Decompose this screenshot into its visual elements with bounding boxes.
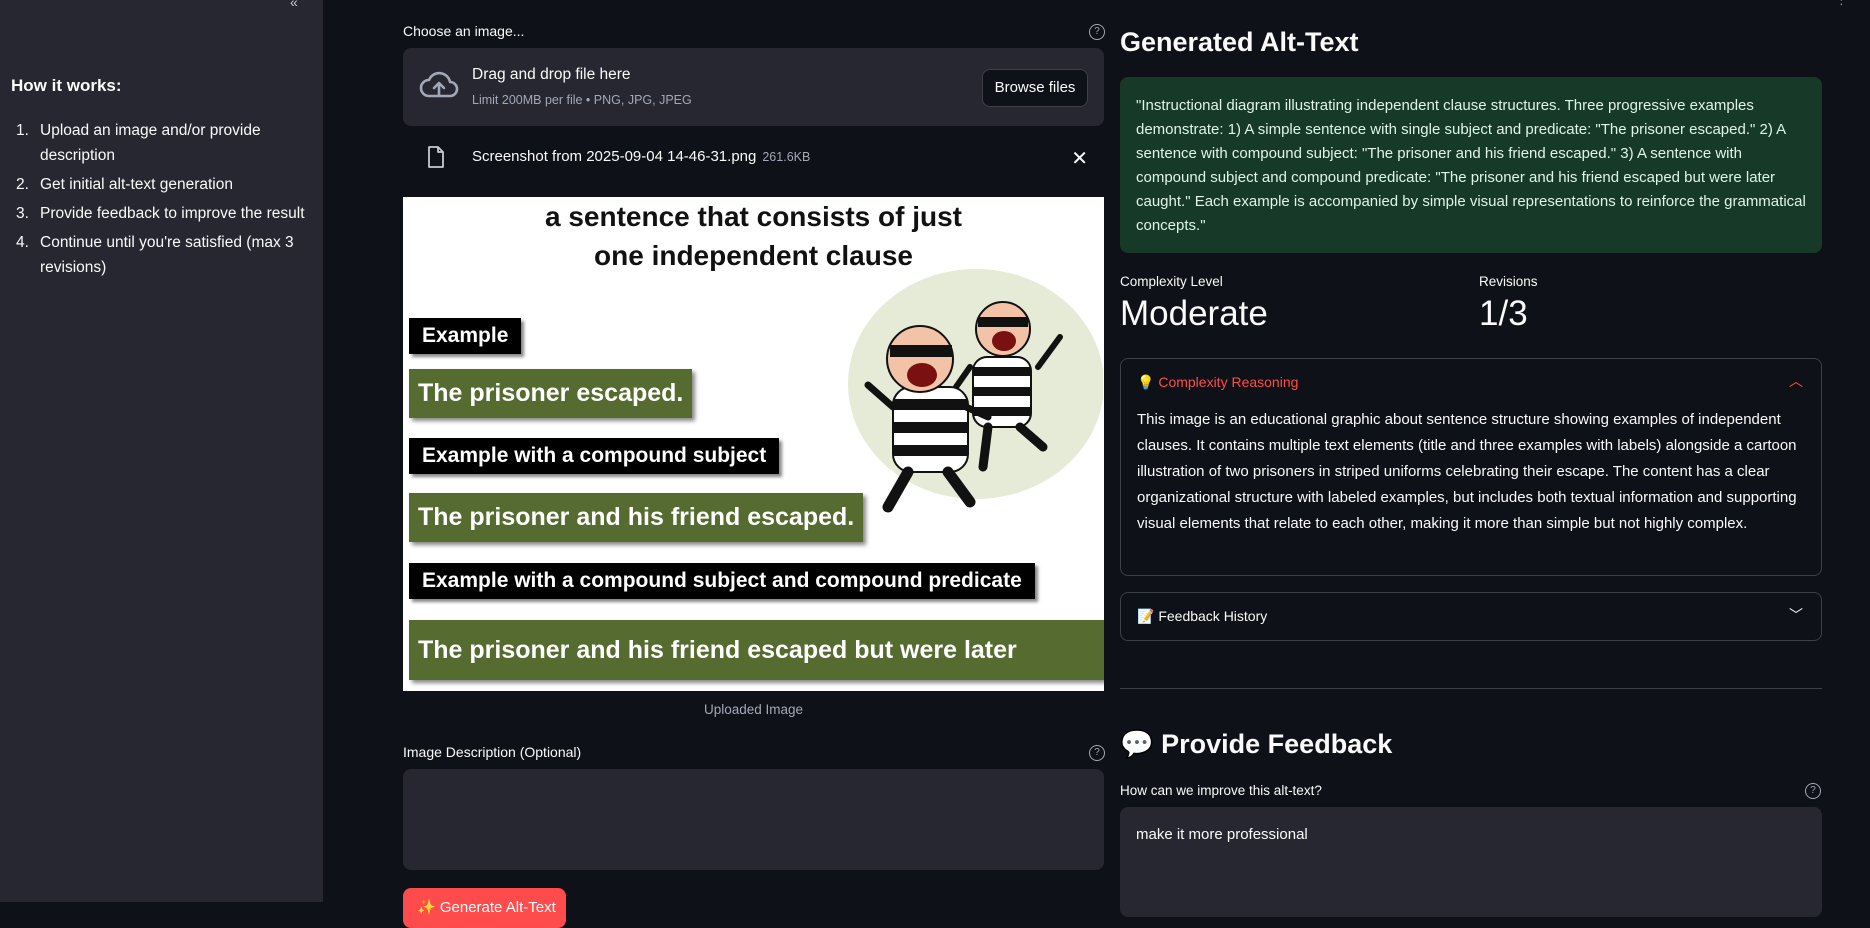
complexity-reasoning-text: This image is an educational graphic abo… bbox=[1137, 411, 1797, 532]
example-label-1: Example bbox=[409, 318, 522, 354]
revisions-value: 1/3 bbox=[1479, 294, 1528, 333]
example-sentence-2: The prisoner and his friend escaped. bbox=[409, 493, 864, 542]
example-sentence-3: The prisoner and his friend escaped but … bbox=[409, 620, 1104, 680]
file-icon bbox=[428, 146, 444, 168]
description-label: Image Description (Optional) bbox=[403, 744, 582, 760]
cloud-upload-icon bbox=[419, 71, 459, 98]
menu-icon[interactable]: ⋮ bbox=[1835, 0, 1848, 8]
help-icon[interactable]: ? bbox=[1089, 745, 1105, 761]
collapse-sidebar-icon[interactable]: « bbox=[290, 0, 298, 10]
sidebar-title: How it works: bbox=[11, 76, 122, 95]
feedback-textarea[interactable]: make it more professional bbox=[1120, 807, 1822, 917]
provide-feedback-heading: 💬 Provide Feedback bbox=[1120, 728, 1392, 760]
memo-icon: 📝 bbox=[1137, 608, 1155, 624]
list-item: 2. Get initial alt-text generation bbox=[16, 176, 233, 193]
complexity-reasoning-expander: 💡 Complexity Reasoning ︿ This image is a… bbox=[1120, 358, 1822, 576]
list-item: 4. Continue until you're satisfied (max 3… bbox=[16, 234, 294, 276]
file-size: 261.6KB bbox=[762, 150, 811, 164]
file-dropzone[interactable]: Drag and drop file here Limit 200MB per … bbox=[403, 48, 1104, 126]
lightbulb-icon: 💡 bbox=[1137, 374, 1155, 390]
help-icon[interactable]: ? bbox=[1805, 783, 1821, 799]
complexity-reasoning-toggle[interactable]: 💡 Complexity Reasoning bbox=[1137, 374, 1298, 391]
feedback-history-title: Feedback History bbox=[1158, 608, 1268, 624]
drag-drop-text: Drag and drop file here bbox=[472, 66, 631, 83]
example-sentence-1: The prisoner escaped. bbox=[409, 369, 693, 418]
sidebar: « How it works: 1. Upload an image and/or… bbox=[0, 0, 323, 902]
image-title-line1: a sentence that consists of just bbox=[545, 201, 962, 232]
chevron-down-icon[interactable]: ﹀ bbox=[1789, 605, 1803, 625]
list-item: 3. Provide feedback to improve the result bbox=[16, 205, 305, 222]
alt-text-result: "Instructional diagram illustrating inde… bbox=[1120, 77, 1822, 253]
help-icon[interactable]: ? bbox=[1089, 24, 1105, 40]
steps-list: 1. Upload an image and/or provide descrip… bbox=[11, 118, 311, 284]
provide-feedback-title: Provide Feedback bbox=[1161, 729, 1393, 759]
example-label-2: Example with a compound subject bbox=[409, 438, 780, 474]
feedback-label: How can we improve this alt-text? bbox=[1120, 783, 1322, 798]
uploaded-file-row: Screenshot from 2025-09-04 14-46-31.png 2… bbox=[403, 140, 1104, 176]
generate-alt-text-button[interactable]: ✨ Generate Alt-Text bbox=[403, 888, 566, 928]
divider bbox=[1120, 688, 1822, 689]
feedback-history-toggle[interactable]: 📝 Feedback History bbox=[1137, 608, 1267, 625]
feedback-history-expander[interactable]: 📝 Feedback History ﹀ bbox=[1120, 592, 1822, 641]
description-textarea[interactable] bbox=[403, 769, 1104, 870]
browse-files-button[interactable]: Browse files bbox=[982, 69, 1088, 107]
prisoners-cartoon-illustration bbox=[848, 269, 1103, 513]
complexity-reasoning-title: Complexity Reasoning bbox=[1158, 374, 1299, 390]
chevron-up-icon[interactable]: ︿ bbox=[1789, 371, 1803, 391]
uploaded-image: a sentence that consists of just one ind… bbox=[403, 197, 1104, 691]
file-limit-text: Limit 200MB per file • PNG, JPG, JPEG bbox=[472, 93, 692, 107]
revisions-label: Revisions bbox=[1479, 274, 1538, 289]
uploader-label: Choose an image... bbox=[403, 23, 525, 39]
image-caption: Uploaded Image bbox=[703, 702, 804, 717]
file-name: Screenshot from 2025-09-04 14-46-31.png bbox=[472, 148, 757, 165]
example-label-3: Example with a compound subject and comp… bbox=[409, 563, 1035, 599]
remove-file-icon[interactable]: ✕ bbox=[1071, 146, 1088, 171]
speech-bubble-icon: 💬 bbox=[1120, 729, 1154, 759]
complexity-label: Complexity Level bbox=[1120, 274, 1223, 289]
complexity-value: Moderate bbox=[1120, 294, 1268, 333]
list-item: 1. Upload an image and/or provide descrip… bbox=[16, 122, 261, 164]
generated-alt-text-heading: Generated Alt-Text bbox=[1120, 27, 1359, 57]
